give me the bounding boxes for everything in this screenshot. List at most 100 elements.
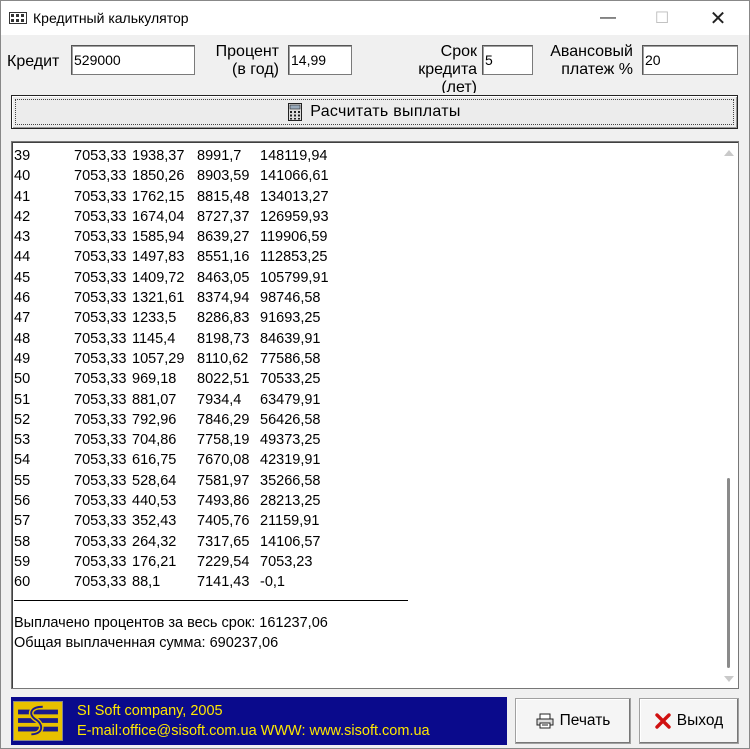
table-cell: 7053,33 (74, 411, 127, 428)
table-cell: 58 (14, 533, 31, 550)
table-cell: 7934,4 (197, 391, 242, 408)
table-cell: 7846,29 (197, 411, 250, 428)
table-cell: 7053,33 (74, 452, 127, 469)
table-cell: 7053,33 (74, 229, 127, 246)
table-cell: 7053,33 (74, 330, 127, 347)
minimize-icon: — (600, 9, 616, 26)
table-cell: 616,75 (132, 452, 177, 469)
advance-label: Авансовый платеж % (550, 43, 633, 78)
close-button[interactable]: ✕ (695, 1, 741, 35)
term-field[interactable] (482, 45, 533, 75)
table-cell: 7405,76 (197, 513, 250, 530)
term-label: Срок кредита (лет) (418, 43, 477, 93)
credit-label: Кредит (7, 53, 60, 70)
table-cell: 7053,33 (74, 269, 127, 286)
table-cell: 1145,4 (132, 330, 176, 347)
table-cell: 7053,33 (74, 472, 127, 489)
table-cell: 7053,33 (74, 350, 127, 367)
table-cell: 1057,29 (132, 350, 185, 367)
table-cell: 48 (14, 330, 31, 347)
scroll-down-arrow-icon[interactable] (724, 676, 734, 682)
maximize-button[interactable]: ☐ (639, 1, 685, 35)
table-cell: 7229,54 (197, 553, 250, 570)
close-icon: ✕ (709, 7, 727, 30)
banner-company: SI Soft company, 2005 (77, 703, 223, 719)
table-cell: 56426,58 (260, 411, 321, 428)
table-cell: 7493,86 (197, 493, 250, 510)
app-icon (9, 12, 27, 24)
table-cell: 7053,33 (74, 371, 127, 388)
exit-button[interactable]: Выход (639, 698, 739, 744)
title-bar: Кредитный калькулятор — ☐ ✕ (1, 1, 749, 35)
table-cell: 43 (14, 229, 31, 246)
window-title: Кредитный калькулятор (33, 10, 189, 26)
vertical-scrollbar[interactable] (722, 146, 736, 684)
table-cell: 1850,26 (132, 168, 185, 185)
focus-rect (15, 99, 734, 125)
table-cell: 7581,97 (197, 472, 250, 489)
credit-field[interactable] (71, 45, 195, 75)
si-soft-logo (13, 701, 63, 741)
results-memo[interactable]: 39 7053,33 1938,37 8991,7 148119,94 40 7053,33… (11, 141, 739, 689)
calculate-button[interactable]: Расчитать выплаты (11, 95, 738, 129)
table-cell: 7053,33 (74, 391, 127, 408)
table-cell: 49 (14, 350, 31, 367)
table-cell: 8551,16 (197, 249, 250, 266)
table-cell: 40 (14, 168, 31, 185)
table-cell: 41 (14, 188, 31, 205)
table-cell: 7053,33 (74, 574, 127, 591)
table-cell: 8374,94 (197, 290, 250, 307)
table-cell: 1585,94 (132, 229, 185, 246)
table-cell: 148119,94 (260, 148, 328, 164)
table-cell: 1762,15 (132, 188, 185, 205)
minimize-button[interactable]: — (585, 1, 631, 35)
table-cell: 7141,43 (197, 574, 250, 591)
table-cell: 1674,04 (132, 208, 185, 225)
summary-separator (14, 600, 408, 601)
scroll-thumb[interactable] (727, 478, 730, 668)
table-cell: 44 (14, 249, 31, 266)
table-cell: 98746,58 (260, 290, 321, 307)
table-cell: 440,53 (132, 493, 177, 510)
summary-block: Выплачено процентов за весь срок: 161237… (14, 613, 328, 653)
table-cell: 8110,62 (197, 350, 249, 367)
table-cell: 134013,27 (260, 188, 329, 205)
table-cell: 50 (14, 371, 31, 388)
table-cell: 7758,19 (197, 432, 250, 449)
table-cell: 8639,27 (197, 229, 250, 246)
table-cell: 1409,72 (132, 269, 185, 286)
table-cell: 57 (14, 513, 31, 530)
app-window: Кредитный калькулятор — ☐ ✕ Кредит Проце… (0, 0, 750, 749)
percent-field[interactable] (288, 45, 352, 75)
table-cell: 63479,91 (260, 391, 321, 408)
table-cell: 792,96 (132, 411, 177, 428)
print-button[interactable]: Печать (515, 698, 631, 744)
percent-label: Процент (в год) (215, 43, 279, 78)
table-cell: 47 (14, 310, 31, 327)
summary-total: Общая выплаченная сумма: 690237,06 (14, 635, 279, 651)
table-cell: 55 (14, 472, 31, 489)
table-cell: 14106,57 (260, 533, 321, 550)
table-cell: 969,18 (132, 371, 177, 388)
table-cell: 51 (14, 391, 31, 408)
table-cell: 7053,33 (74, 208, 127, 225)
table-cell: 7053,33 (74, 513, 127, 530)
advance-field[interactable] (642, 45, 738, 75)
table-cell: 7053,33 (74, 310, 127, 327)
table-cell: 8903,59 (197, 168, 250, 185)
table-cell: 8991,7 (197, 148, 242, 164)
company-banner: SI Soft company, 2005 E-mail:office@siso… (11, 697, 507, 745)
table-cell: 84639,91 (260, 330, 321, 347)
table-cell: 7053,33 (74, 148, 127, 164)
table-cell: 8463,05 (197, 269, 250, 286)
scroll-up-arrow-icon[interactable] (724, 150, 734, 156)
table-cell: 56 (14, 493, 31, 510)
table-cell: 352,43 (132, 513, 177, 530)
table-cell: 112853,25 (260, 249, 328, 266)
table-cell: 91693,25 (260, 310, 321, 327)
table-cell: 7053,33 (74, 553, 127, 570)
table-cell: 42 (14, 208, 31, 225)
table-cell: 54 (14, 452, 31, 469)
table-cell: 7053,23 (260, 553, 313, 570)
table-cell: 39 (14, 148, 31, 164)
